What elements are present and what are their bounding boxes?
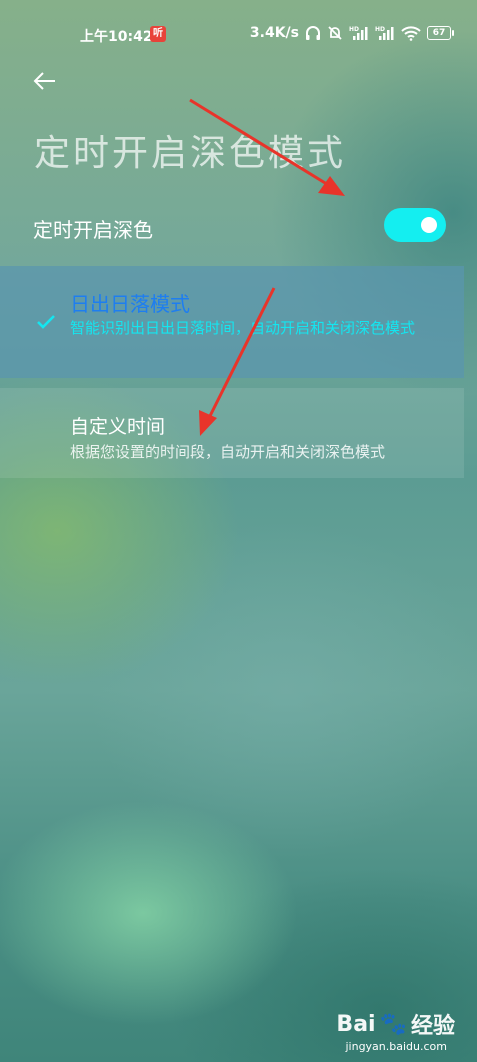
status-icons: 3.4K/s HD HD 67 xyxy=(249,25,454,41)
arrow-left-icon xyxy=(33,72,55,90)
back-button[interactable] xyxy=(32,68,58,94)
signal-hd-label-1: HD xyxy=(349,26,359,33)
network-speed: 3.4K/s xyxy=(249,25,299,41)
battery-icon: 67 xyxy=(427,26,454,40)
mute-bell-icon xyxy=(328,26,342,40)
app-notification-icon: 听 xyxy=(150,26,166,42)
watermark-brand: Bai xyxy=(336,1011,376,1037)
option-custom-time-subtitle: 根据您设置的时间段，自动开启和关闭深色模式 xyxy=(70,443,386,461)
paw-icon: 🐾 xyxy=(379,1011,407,1037)
option-sunrise-sunset-title: 日出日落模式 xyxy=(70,292,190,316)
headphones-icon xyxy=(306,26,320,40)
annotation-arrowhead-toggle xyxy=(318,176,345,196)
status-bar: 上午10:42 听 3.4K/s HD HD 67 xyxy=(0,22,477,48)
option-custom-time[interactable]: 自定义时间 根据您设置的时间段，自动开启和关闭深色模式 xyxy=(0,388,464,478)
option-sunrise-sunset[interactable]: 日出日落模式 智能识别出日出日落时间，自动开启和关闭深色模式 xyxy=(0,266,464,378)
toggle-knob xyxy=(421,217,437,233)
check-icon xyxy=(37,315,55,329)
option-sunrise-sunset-subtitle: 智能识别出日出日落时间，自动开启和关闭深色模式 xyxy=(70,319,416,337)
signal-hd-label-2: HD xyxy=(375,26,385,33)
status-time: 上午10:42 xyxy=(80,29,153,45)
signal-hd-icon: HD xyxy=(349,26,368,40)
schedule-dark-mode-label: 定时开启深色 xyxy=(33,218,153,242)
signal-hd-icon-2: HD xyxy=(375,26,394,40)
watermark-brand-suffix: 经验 xyxy=(410,1014,455,1039)
watermark-url: jingyan.baidu.com xyxy=(345,1040,447,1053)
schedule-dark-mode-row[interactable]: 定时开启深色 xyxy=(0,196,477,256)
wifi-icon xyxy=(401,26,421,41)
option-custom-time-title: 自定义时间 xyxy=(70,416,166,438)
watermark-logo: Bai 🐾 经验 xyxy=(336,1008,455,1040)
page-title: 定时开启深色模式 xyxy=(34,133,347,174)
schedule-dark-mode-toggle[interactable] xyxy=(384,208,446,242)
